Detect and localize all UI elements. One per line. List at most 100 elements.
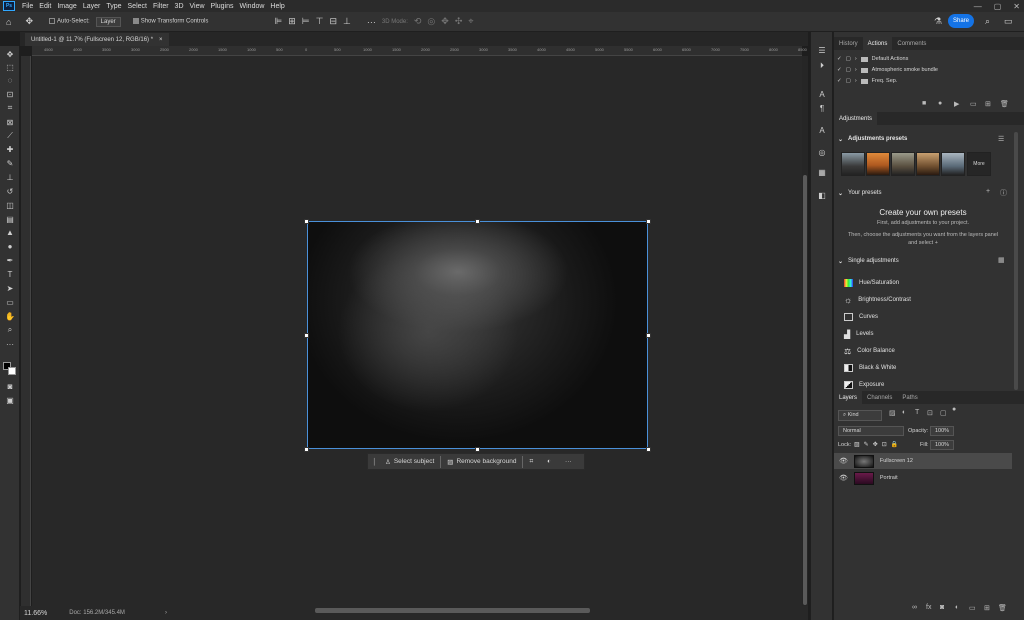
visibility-eye-icon[interactable]: 👁 xyxy=(839,457,848,465)
dialog-toggle-icon[interactable]: ▢ xyxy=(846,56,851,62)
tab-layers[interactable]: Layers xyxy=(834,391,863,404)
frame-tool-icon[interactable]: ⊠ xyxy=(3,116,17,128)
history-brush-tool-icon[interactable]: ↺ xyxy=(3,185,17,197)
glyphs-icon[interactable]: A xyxy=(816,124,828,136)
menu-view[interactable]: View xyxy=(187,3,208,10)
flask-icon[interactable]: ⚗ xyxy=(934,16,942,27)
crop-tool-icon[interactable]: ⌗ xyxy=(3,102,17,114)
adj-black-white[interactable]: Black & White xyxy=(844,361,896,375)
screen-mode-icon[interactable]: ▣ xyxy=(3,394,17,406)
menu-edit[interactable]: Edit xyxy=(36,3,54,10)
close-tab-icon[interactable]: × xyxy=(159,37,163,43)
3d-scale-icon[interactable]: ⌖ xyxy=(468,16,473,27)
stop-icon[interactable]: ■ xyxy=(922,100,926,107)
delete-icon[interactable]: 🗑 xyxy=(1000,100,1009,108)
new-layer-icon[interactable]: ⊞ xyxy=(984,604,990,612)
show-transform-checkbox[interactable]: Show Transform Controls xyxy=(132,18,208,25)
background-color-swatch[interactable] xyxy=(8,367,16,375)
layer-row[interactable]: 👁 Portrait xyxy=(834,470,1012,486)
check-icon[interactable]: ✓ xyxy=(837,56,842,62)
your-presets-chevron-icon[interactable]: ⌄ xyxy=(838,190,843,197)
brush-tool-icon[interactable]: ✎ xyxy=(3,157,17,169)
lasso-tool-icon[interactable]: ◌ xyxy=(3,74,17,86)
dialog-toggle-icon[interactable]: ▢ xyxy=(846,67,851,73)
dodge-tool-icon[interactable]: ● xyxy=(3,240,17,252)
preset-thumb[interactable] xyxy=(891,152,915,176)
auto-select-dropdown[interactable]: Layer xyxy=(95,16,121,27)
object-select-tool-icon[interactable]: ⊡ xyxy=(3,88,17,100)
align-right-icon[interactable]: ⊨ xyxy=(302,16,310,27)
menu-layer[interactable]: Layer xyxy=(80,3,104,10)
align-left-icon[interactable]: ⊫ xyxy=(274,16,282,27)
layer-style-icon[interactable]: fx xyxy=(926,604,931,611)
new-set-icon[interactable]: ▭ xyxy=(970,100,977,108)
transform-handle-ml[interactable] xyxy=(304,333,309,338)
record-icon[interactable]: ● xyxy=(938,100,942,107)
select-subject-button[interactable]: ♙ Select subject xyxy=(385,458,434,466)
link-layers-icon[interactable]: ∞ xyxy=(912,604,917,611)
marquee-tool-icon[interactable]: ⬚ xyxy=(3,61,17,73)
lock-icons[interactable]: ▨✎✥⊡🔒 xyxy=(854,441,902,448)
menu-file[interactable]: File xyxy=(19,3,36,10)
status-arrow-icon[interactable]: › xyxy=(165,610,167,616)
adj-brightness-contrast[interactable]: ☼ Brightness/Contrast xyxy=(844,293,911,307)
document-tab[interactable]: Untitled-1 @ 11.7% (Fullscreen 12, RGB/1… xyxy=(25,33,169,46)
layer-row[interactable]: 👁 Fullscreen 12 xyxy=(834,453,1012,469)
eyedropper-tool-icon[interactable]: ⟋ xyxy=(3,130,17,142)
menu-3d[interactable]: 3D xyxy=(172,3,187,10)
preset-thumb[interactable] xyxy=(866,152,890,176)
action-set-row[interactable]: ✓ ▢ › Atmospheric smoke bundle xyxy=(834,65,1012,75)
home-icon[interactable]: ⌂ xyxy=(6,17,11,27)
adjustments-presets-header[interactable]: Adjustments presets xyxy=(848,136,907,142)
your-presets-header[interactable]: Your presets xyxy=(848,190,881,196)
filter-type-icon[interactable]: T xyxy=(915,409,919,416)
expand-chevron-icon[interactable]: › xyxy=(855,56,857,62)
workspace-icon[interactable]: ▭ xyxy=(1004,16,1013,27)
more-options-button[interactable]: ··· xyxy=(565,458,572,465)
new-action-icon[interactable]: ⊞ xyxy=(985,100,991,108)
libraries-icon[interactable]: ☰ xyxy=(816,44,828,56)
tab-comments[interactable]: Comments xyxy=(892,37,931,50)
document-size[interactable]: Doc: 156.2M/345.4M xyxy=(69,610,125,616)
check-icon[interactable]: ✓ xyxy=(837,78,842,84)
transform-handle-tc[interactable] xyxy=(475,219,480,224)
adjustments-scrollbar[interactable] xyxy=(1014,132,1018,390)
adjustment-layer-icon[interactable]: ◐ xyxy=(955,604,959,611)
tab-adjustments[interactable]: Adjustments xyxy=(834,112,878,125)
transform-handle-bc[interactable] xyxy=(475,447,480,452)
swatches-icon[interactable]: ▦ xyxy=(816,166,828,178)
filter-toggle-icon[interactable]: ● xyxy=(952,406,956,413)
paragraph-icon[interactable]: ¶ xyxy=(816,102,828,114)
adj-hue-saturation[interactable]: Hue/Saturation xyxy=(844,276,899,290)
3d-rotate-icon[interactable]: ⟲ xyxy=(414,16,422,27)
check-icon[interactable]: ✓ xyxy=(837,67,842,73)
transform-handle-tr[interactable] xyxy=(646,219,651,224)
transform-handle-br[interactable] xyxy=(646,447,651,452)
blur-tool-icon[interactable]: ▲ xyxy=(3,226,17,238)
align-middle-icon[interactable]: ⊟ xyxy=(329,16,337,27)
zoom-level[interactable]: 11.66% xyxy=(24,610,47,617)
filter-smart-object-icon[interactable]: ▢ xyxy=(940,409,947,417)
action-set-row[interactable]: ✓ ▢ › Freq. Sep. xyxy=(834,76,1012,86)
share-button[interactable]: Share xyxy=(948,14,974,28)
expand-chevron-icon[interactable]: › xyxy=(855,67,857,73)
menu-plugins[interactable]: Plugins xyxy=(208,3,237,10)
add-preset-icon[interactable]: + xyxy=(986,188,990,195)
adj-curves[interactable]: Curves xyxy=(844,310,878,324)
transform-handle-mr[interactable] xyxy=(646,333,651,338)
horizontal-scroll-thumb[interactable] xyxy=(315,608,590,613)
tab-paths[interactable]: Paths xyxy=(897,391,922,404)
info-icon[interactable]: ⓘ xyxy=(1000,188,1007,198)
rectangle-tool-icon[interactable]: ▭ xyxy=(3,296,17,308)
preset-thumb[interactable] xyxy=(941,152,965,176)
preset-thumb[interactable] xyxy=(916,152,940,176)
transform-handle-tl[interactable] xyxy=(304,219,309,224)
single-adjustments-header[interactable]: Single adjustments xyxy=(848,258,899,264)
document-canvas[interactable] xyxy=(307,221,648,449)
mask-icon[interactable]: ◐ xyxy=(547,458,551,465)
properties-icon[interactable]: ◧ xyxy=(816,189,828,201)
menu-help[interactable]: Help xyxy=(267,3,287,10)
move-tool-icon[interactable]: ✥ xyxy=(25,16,33,27)
tab-history[interactable]: History xyxy=(834,37,863,50)
healing-brush-tool-icon[interactable]: ✚ xyxy=(3,143,17,155)
